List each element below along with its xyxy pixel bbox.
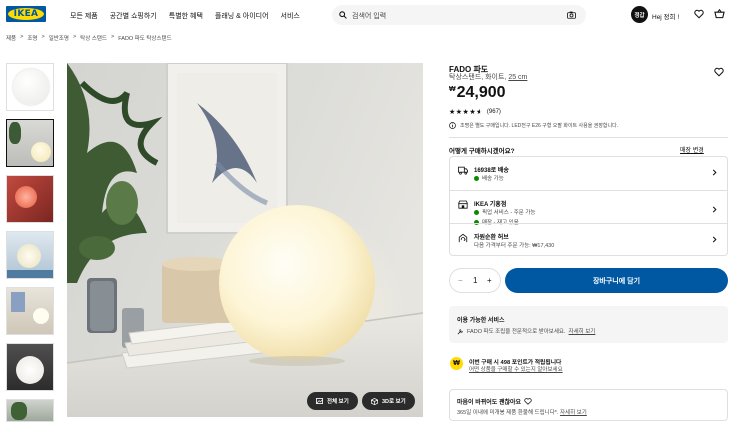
view-3d-button[interactable]: 3D로 보기 (362, 392, 415, 410)
thumbnail-list (6, 63, 54, 430)
nav-shop-by-room[interactable]: 공간별 쇼핑하기 (110, 11, 157, 21)
thumbnail-shelf-lamp[interactable] (6, 231, 54, 279)
product-description: 탁상스탠드, 화이트, 25 cm (449, 72, 728, 82)
breadcrumb-separator: > (72, 34, 77, 40)
thumbnail-room-scene[interactable] (6, 287, 54, 335)
breadcrumb-item[interactable]: 일반조명 (49, 34, 69, 42)
quantity-stepper: − 1 + (449, 268, 501, 293)
circular-hub-price: 다음 가격부터 주문 가능: ₩17,430 (474, 243, 555, 249)
services-desc: FADO 파도 조립을 전문적으로 받아보세요. 자세히 보기 (457, 327, 595, 335)
chevron-right-icon (712, 206, 717, 213)
truck-icon (458, 166, 468, 175)
thumbnail-lit-lamp[interactable] (6, 119, 54, 167)
returns-desc: 365일 이내에 미개봉 제품 환불해 드립니다*. 자세히 보기 (457, 408, 587, 416)
gallery-icon (316, 398, 323, 404)
thumbnail-red-light[interactable] (6, 175, 54, 223)
points-coin-icon: ₩ (450, 357, 463, 370)
view-3d-label: 3D로 보기 (382, 399, 406, 405)
thumbnail-product-white[interactable] (6, 63, 54, 111)
breadcrumb-item[interactable]: 제품 (6, 34, 16, 42)
add-to-cart-button[interactable]: 장바구니에 담기 (505, 268, 728, 293)
cart-icon[interactable] (714, 9, 725, 19)
divider (449, 137, 728, 138)
cube-3d-icon (371, 397, 378, 405)
services-details-link[interactable]: 자세히 보기 (569, 327, 596, 335)
search-icon (339, 11, 347, 19)
main-nav: 모든 제품 공간별 쇼핑하기 특별한 혜택 플래닝 & 아이디어 서비스 (70, 11, 300, 21)
product-price: ₩24,900 (449, 84, 728, 102)
breadcrumb-separator: > (20, 34, 24, 40)
points-learn-link[interactable]: 어떤 상품을 구매할 수 있는지 알아보세요 (469, 365, 563, 373)
change-store-link[interactable]: 매장 변경 (680, 145, 704, 154)
returns-description: 365일 이내에 미개봉 제품 환불해 드립니다*. (457, 410, 559, 416)
circular-hub-option[interactable]: 자원순환 허브 다음 가격부터 주문 가능: ₩17,430 (450, 223, 727, 255)
points-info: ₩ 이번 구매 시 498 포인트가 적립됩니다 어떤 상품을 구매할 수 있는… (449, 356, 728, 378)
currency-symbol: ₩ (449, 86, 456, 93)
breadcrumb-current: FADO 파도 탁상스탠드 (118, 36, 172, 42)
logo-text: IKEA (13, 9, 39, 19)
nav-services[interactable]: 서비스 (281, 11, 300, 21)
in-stock-dot (474, 175, 479, 181)
rating-stars: ★★★★★★★★★★ (449, 109, 483, 116)
breadcrumb: 제품 > 조명 > 일반조명 > 탁상 스탠드 > FADO 파도 탁상스탠드 (6, 34, 172, 42)
main-product-image[interactable] (67, 63, 423, 417)
info-icon (449, 122, 456, 129)
delivery-title: 16938로 배송 (474, 168, 509, 174)
quantity-value[interactable]: 1 (473, 276, 477, 285)
pickup-status: 픽업 서비스 - 주문 가능 (474, 208, 536, 216)
circular-hub-title: 자원순환 허브 (474, 235, 509, 241)
delivery-status: 배송 가능 (474, 174, 504, 182)
fulfillment-options: 16938로 배송 배송 가능 IKEA 기흥점 픽업 서비스 - 주문 가능 … (449, 156, 728, 256)
view-all-label: 전체 보기 (327, 399, 349, 405)
greeting-text[interactable]: Hej 정희 ! (652, 11, 679, 21)
view-all-button[interactable]: 전체 보기 (307, 392, 358, 410)
search-input[interactable]: 검색어 입력 (352, 11, 386, 21)
store-title: IKEA 기흥점 (474, 202, 507, 208)
decrease-quantity-button[interactable]: − (458, 276, 463, 285)
returns-title: 마음이 바뀌어도 괜찮아요 (457, 400, 522, 406)
user-avatar[interactable]: 정갑 (631, 6, 648, 23)
increase-quantity-button[interactable]: + (487, 276, 492, 285)
product-type-color: 탁상스탠드, 화이트, (449, 74, 507, 81)
services-description: FADO 파도 조립을 전문적으로 받아보세요. (467, 329, 566, 335)
chevron-right-icon (712, 169, 717, 176)
in-stock-dot (474, 209, 479, 215)
rating-row[interactable]: ★★★★★★★★★★ (967) (449, 108, 728, 116)
store-option[interactable]: IKEA 기흥점 픽업 서비스 - 주문 가능 매장 - 재고 있음 (450, 190, 727, 226)
breadcrumb-separator: > (111, 34, 115, 40)
services-title: 이용 가능한 서비스 (457, 318, 505, 324)
camera-icon[interactable] (567, 11, 576, 19)
heart-icon[interactable] (694, 9, 704, 19)
breadcrumb-separator: > (41, 34, 45, 40)
returns-title-row: 마음이 바뀌어도 괜찮아요 (457, 397, 532, 406)
heart-outline-icon (524, 398, 532, 405)
bulb-notice: 조명은 별도 구매입니다. LED전구 E26 구형 오팔 화이트 사용을 권장… (449, 122, 728, 129)
bulb-notice-text: 조명은 별도 구매입니다. LED전구 E26 구형 오팔 화이트 사용을 권장… (460, 123, 619, 129)
site-header: IKEA 모든 제품 공간별 쇼핑하기 특별한 혜택 플래닝 & 아이디어 서비… (0, 0, 740, 32)
ikea-logo[interactable]: IKEA (6, 6, 46, 22)
nav-offers[interactable]: 특별한 혜택 (169, 11, 203, 21)
review-count[interactable]: (967) (487, 109, 501, 115)
store-icon (458, 200, 468, 209)
price-value: 24,900 (456, 84, 506, 101)
thumbnail-plant-scene[interactable] (6, 399, 54, 422)
recycle-hub-icon (458, 233, 468, 243)
delivery-option[interactable]: 16938로 배송 배송 가능 (450, 157, 727, 190)
breadcrumb-item[interactable]: 탁상 스탠드 (80, 34, 107, 42)
nav-planning-ideas[interactable]: 플래닝 & 아이디어 (215, 11, 269, 21)
lamp-scene-illustration (67, 63, 423, 417)
tools-icon (457, 328, 464, 334)
returns-details-link[interactable]: 자세히 보기 (560, 410, 587, 416)
breadcrumb-item[interactable]: 조명 (27, 34, 37, 42)
product-size-link[interactable]: 25 cm (508, 74, 527, 81)
nav-all-products[interactable]: 모든 제품 (70, 11, 98, 21)
chevron-right-icon (712, 236, 717, 243)
thumbnail-dark-scene[interactable] (6, 343, 54, 391)
search-bar[interactable]: 검색어 입력 (332, 5, 586, 25)
returns-box: 마음이 바뀌어도 괜찮아요 365일 이내에 미개봉 제품 환불해 드립니다*.… (449, 389, 728, 421)
services-box: 이용 가능한 서비스 FADO 파도 조립을 전문적으로 받아보세요. 자세히 … (449, 306, 728, 343)
rating-stars-fill: ★★★★★ (449, 109, 480, 116)
